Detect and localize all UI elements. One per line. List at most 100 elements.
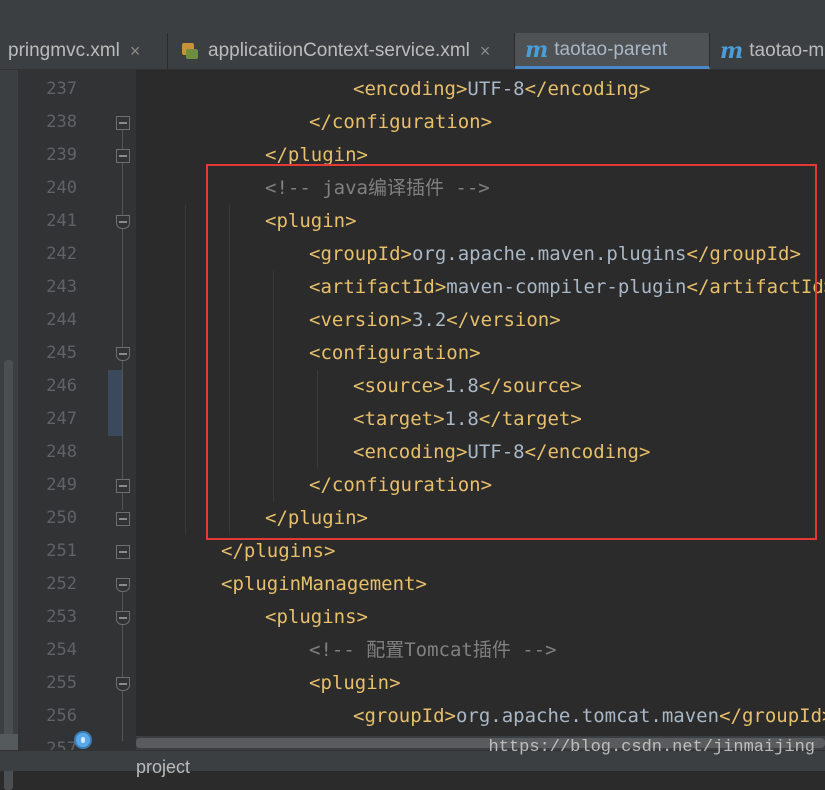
line-number: 238 xyxy=(19,106,77,139)
line-number: 253 xyxy=(19,601,77,634)
line-number: 254 xyxy=(19,634,77,667)
fold-toggle-icon[interactable] xyxy=(116,215,130,229)
fold-toggle-icon[interactable] xyxy=(116,116,130,130)
code-line[interactable]: <plugin> xyxy=(309,667,401,700)
watermark-text: https://blog.csdn.net/jinmaijing xyxy=(489,738,815,757)
code-line[interactable]: </configuration> xyxy=(309,469,492,502)
indent-guide xyxy=(185,205,186,535)
xml-tag: </version> xyxy=(446,309,560,331)
fold-toggle-icon[interactable] xyxy=(116,512,130,526)
xml-tag: <encoding> xyxy=(353,441,467,463)
xml-text: UTF-8 xyxy=(467,441,524,463)
xml-text: org.apache.tomcat.maven xyxy=(456,705,719,727)
intention-bulb-icon[interactable] xyxy=(74,731,92,749)
line-number: 246 xyxy=(19,370,77,403)
xml-tag: </plugin> xyxy=(265,144,368,166)
xml-tag: </groupId> xyxy=(687,243,801,265)
xml-text: 1.8 xyxy=(445,375,479,397)
code-line[interactable]: </plugin> xyxy=(265,139,368,172)
code-line[interactable]: <!-- java编译插件 --> xyxy=(265,172,490,205)
project-panel-label[interactable]: project xyxy=(136,757,190,778)
xml-text: UTF-8 xyxy=(467,78,524,100)
xml-tag: </encoding> xyxy=(525,78,651,100)
xml-text: maven-compiler-plugin xyxy=(446,276,686,298)
xml-text: 1.8 xyxy=(445,408,479,430)
fold-connector-line xyxy=(122,361,123,477)
code-line[interactable]: <plugins> xyxy=(265,601,368,634)
fold-toggle-icon[interactable] xyxy=(116,479,130,493)
xml-tag: </plugins> xyxy=(221,540,335,562)
line-number: 255 xyxy=(19,667,77,700)
close-icon[interactable]: × xyxy=(480,41,491,62)
fold-toggle-icon[interactable] xyxy=(116,545,130,559)
xml-tag: <plugin> xyxy=(309,672,401,694)
fold-toggle-icon[interactable] xyxy=(116,578,130,592)
xml-tag: <configuration> xyxy=(309,342,481,364)
code-line[interactable]: <groupId>org.apache.maven.plugins</group… xyxy=(309,238,801,271)
fold-toggle-icon[interactable] xyxy=(116,677,130,691)
code-line[interactable]: <version>3.2</version> xyxy=(309,304,561,337)
line-number: 248 xyxy=(19,436,77,469)
line-number: 256 xyxy=(19,700,77,733)
tab-taotao-m[interactable]: m taotao-m xyxy=(710,33,825,69)
code-line[interactable]: <encoding>UTF-8</encoding> xyxy=(353,73,650,106)
xml-tag: </groupId> xyxy=(719,705,825,727)
xml-tag: </artifactId> xyxy=(687,276,825,298)
line-number: 242 xyxy=(19,238,77,271)
code-line[interactable]: <groupId>org.apache.tomcat.maven</groupI… xyxy=(353,700,825,733)
change-marker[interactable] xyxy=(108,370,122,436)
line-number: 251 xyxy=(19,535,77,568)
xml-file-icon xyxy=(180,41,200,61)
xml-tag: <plugin> xyxy=(265,210,357,232)
line-number: 237 xyxy=(19,73,77,106)
fold-toggle-icon[interactable] xyxy=(116,347,130,361)
tab-label: pringmvc.xml xyxy=(8,40,120,62)
xml-tag: <pluginManagement> xyxy=(221,573,427,595)
xml-tag: <encoding> xyxy=(353,78,467,100)
line-number: 252 xyxy=(19,568,77,601)
line-number: 244 xyxy=(19,304,77,337)
code-line[interactable]: <encoding>UTF-8</encoding> xyxy=(353,436,650,469)
line-number: 245 xyxy=(19,337,77,370)
line-number: 240 xyxy=(19,172,77,205)
line-number: 239 xyxy=(19,139,77,172)
tab-label: taotao-m xyxy=(749,40,824,62)
xml-text: 3.2 xyxy=(412,309,446,331)
close-icon[interactable]: × xyxy=(130,41,141,62)
line-number: 249 xyxy=(19,469,77,502)
code-editor[interactable]: <encoding>UTF-8</encoding></configuratio… xyxy=(136,70,825,770)
code-line[interactable]: <!-- 配置Tomcat插件 --> xyxy=(309,634,557,667)
tab-applicatiioncontext-service-xml[interactable]: applicatiionContext-service.xml× xyxy=(170,33,515,69)
left-tool-strip xyxy=(0,70,19,770)
editor-tab-bar: pringmvc.xml×applicatiionContext-service… xyxy=(0,0,825,70)
indent-guide xyxy=(273,271,274,502)
xml-tag: <target> xyxy=(353,408,445,430)
xml-tag: </target> xyxy=(479,408,582,430)
xml-tag: <plugins> xyxy=(265,606,368,628)
code-line[interactable]: <configuration> xyxy=(309,337,481,370)
line-number: 247 xyxy=(19,403,77,436)
vertical-scrollbar-thumb[interactable] xyxy=(4,360,13,790)
tab-taotao-parent[interactable]: mtaotao-parent xyxy=(515,33,710,69)
xml-comment: <!-- 配置Tomcat插件 --> xyxy=(309,639,557,661)
code-line[interactable]: <source>1.8</source> xyxy=(353,370,582,403)
code-line[interactable]: <target>1.8</target> xyxy=(353,403,582,436)
fold-toggle-icon[interactable] xyxy=(116,149,130,163)
tab-pringmvc-xml[interactable]: pringmvc.xml × xyxy=(0,33,168,69)
code-line[interactable]: </plugin> xyxy=(265,502,368,535)
xml-tag: <version> xyxy=(309,309,412,331)
code-line[interactable]: </configuration> xyxy=(309,106,492,139)
indent-guide xyxy=(317,370,318,469)
xml-tag: </configuration> xyxy=(309,474,492,496)
code-line[interactable]: <pluginManagement> xyxy=(221,568,427,601)
fold-toggle-icon[interactable] xyxy=(116,611,130,625)
xml-tag: <groupId> xyxy=(353,705,456,727)
code-line[interactable]: <artifactId>maven-compiler-plugin</artif… xyxy=(309,271,825,304)
line-number: 241 xyxy=(19,205,77,238)
maven-icon: m xyxy=(720,38,743,64)
line-number: 243 xyxy=(19,271,77,304)
code-line[interactable]: <plugin> xyxy=(265,205,357,238)
xml-tag: </configuration> xyxy=(309,111,492,133)
code-line[interactable]: </plugins> xyxy=(221,535,335,568)
xml-tag: <source> xyxy=(353,375,445,397)
